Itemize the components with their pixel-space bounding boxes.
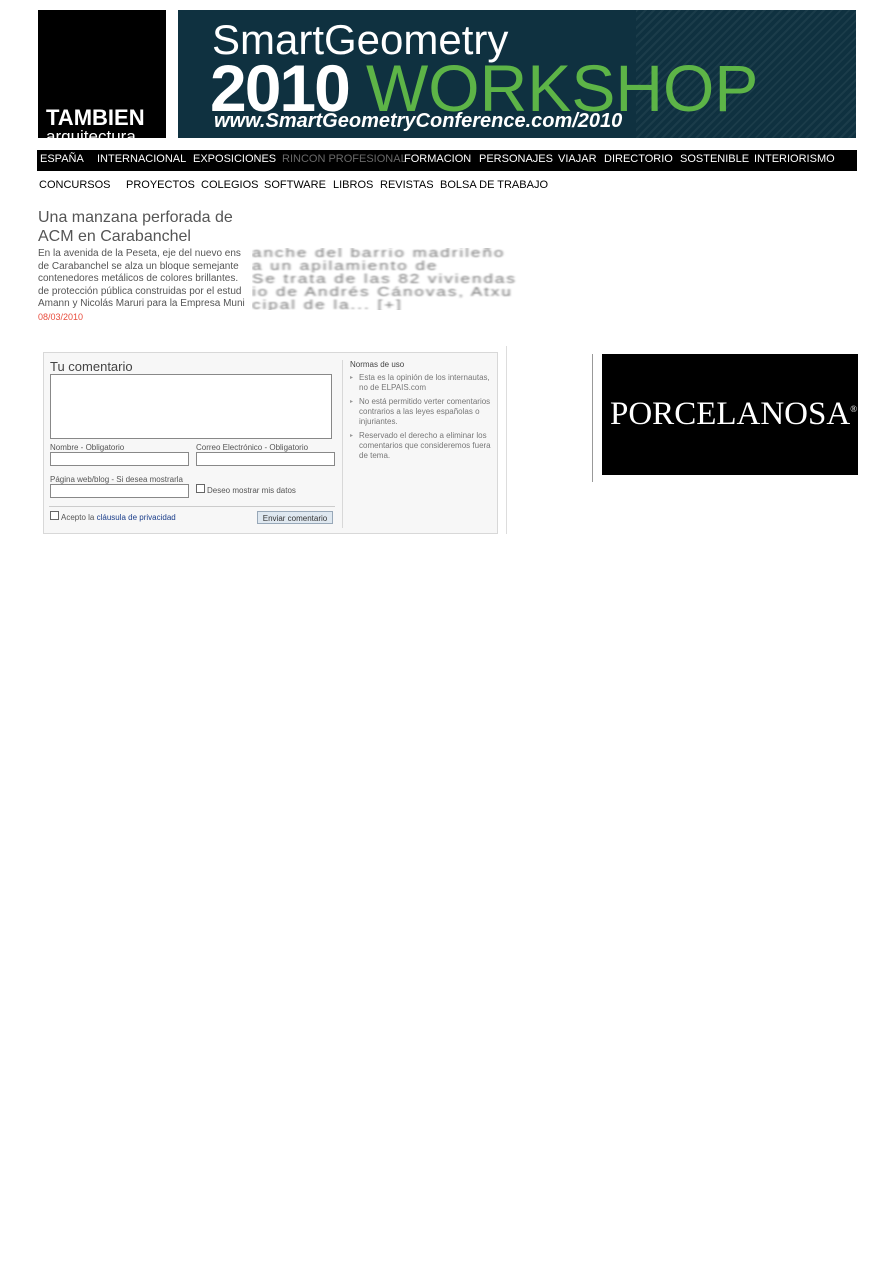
blurred-line: a un apilamiento de xyxy=(252,258,439,273)
comment-textarea[interactable] xyxy=(50,374,332,439)
accept-privacy-label: Acepto la cláusula de privacidad xyxy=(61,513,176,522)
show-data-checkbox[interactable] xyxy=(196,484,205,493)
excerpt-line: En la avenida de la Peseta, eje del nuev… xyxy=(38,248,241,259)
email-label: Correo Electrónico - Obligatorio xyxy=(196,443,309,452)
porcelanosa-ad[interactable]: PORCELANOSA® xyxy=(602,354,858,475)
nav-revistas[interactable]: REVISTAS xyxy=(380,179,434,191)
nav-libros[interactable]: LIBROS xyxy=(333,179,373,191)
blurred-line[interactable]: cipal de la... [+] xyxy=(252,299,862,311)
article-title[interactable]: Una manzana perforada de ACM en Carabanc… xyxy=(38,208,258,246)
ad-registered-mark: ® xyxy=(850,404,858,414)
nav-sostenible[interactable]: SOSTENIBLE xyxy=(680,153,749,165)
article-excerpt: En la avenida de la Peseta, eje del nuev… xyxy=(38,248,250,310)
nav-viajar[interactable]: VIAJAR xyxy=(558,153,597,165)
web-input[interactable] xyxy=(50,484,189,498)
show-data-label: Deseo mostrar mis datos xyxy=(207,486,296,495)
nav-espana[interactable]: ESPAÑA xyxy=(40,153,84,165)
excerpt-line: Amann y Nicolás Maruri para la Empresa M… xyxy=(38,298,245,309)
nav-directorio[interactable]: DIRECTORIO xyxy=(604,153,673,165)
nav-personajes[interactable]: PERSONAJES xyxy=(479,153,553,165)
blurred-line: io de Andrés Cánovas, Atxu xyxy=(252,284,513,299)
bullet-arrow-icon: ▸ xyxy=(350,375,354,381)
excerpt-line: de protección pública construidas por el… xyxy=(38,285,242,297)
send-comment-button[interactable]: Enviar comentario xyxy=(257,511,333,524)
logo-text-sub: arquitectura xyxy=(46,127,136,138)
nav-concursos[interactable]: CONCURSOS xyxy=(39,179,111,191)
rule-text: Reservado el derecho a eliminar los come… xyxy=(359,431,491,460)
nav-internacional[interactable]: INTERNACIONAL xyxy=(97,153,186,165)
rule-item: ▸ Reservado el derecho a eliminar los com… xyxy=(350,431,492,461)
privacy-clause-link[interactable]: cláusula de privacidad xyxy=(97,513,176,522)
email-input[interactable] xyxy=(196,452,335,466)
sidebar-divider xyxy=(592,354,593,482)
article-date: 08/03/2010 xyxy=(38,312,84,322)
nav-software[interactable]: SOFTWARE xyxy=(264,179,326,191)
banner-url: www.SmartGeometryConference.com/2010 xyxy=(214,110,623,132)
name-label: Nombre - Obligatorio xyxy=(50,443,125,452)
nav-exposiciones[interactable]: EXPOSICIONES xyxy=(193,153,276,165)
nav-interiorismo[interactable]: INTERIORISMO xyxy=(754,153,835,165)
nav-bolsa-de-trabajo[interactable]: BOLSA DE TRABAJO xyxy=(440,179,548,191)
nav-formacion[interactable]: FORMACION xyxy=(404,153,471,165)
article-excerpt-blurred: anche del barrio madrileño a un apilamie… xyxy=(252,248,862,310)
comment-form-title: Tu comentario xyxy=(50,359,133,374)
ad-brand-name: PORCELANOSA xyxy=(610,396,851,432)
nav-rincon-profesional[interactable]: RINCON PROFESIONAL xyxy=(282,153,407,165)
bullet-arrow-icon: ▸ xyxy=(350,433,354,439)
ad-brand: PORCELANOSA® xyxy=(610,396,857,433)
site-logo[interactable]: TAMBIEN arquitectura xyxy=(38,10,166,138)
bullet-arrow-icon: ▸ xyxy=(350,399,354,405)
rules-divider xyxy=(342,360,343,528)
nav-colegios[interactable]: COLEGIOS xyxy=(201,179,258,191)
rules-title: Normas de uso xyxy=(350,360,405,369)
excerpt-line: contenedores metálicos de colores brilla… xyxy=(38,273,239,284)
blurred-line: Se trata de las 82 viviendas xyxy=(252,271,517,286)
blurred-line: anche del barrio madrileño xyxy=(252,248,506,260)
accept-prefix: Acepto la xyxy=(61,513,95,522)
excerpt-line: de Carabanchel se alza un bloque semejan… xyxy=(38,260,239,272)
nav-proyectos[interactable]: PROYECTOS xyxy=(126,179,195,191)
rule-text: No está permitido verter comentarios con… xyxy=(359,397,491,426)
accept-privacy-checkbox[interactable] xyxy=(50,511,59,520)
web-label: Página web/blog - Si desea mostrarla xyxy=(50,475,183,484)
form-divider xyxy=(49,506,335,507)
name-input[interactable] xyxy=(50,452,189,466)
smartgeometry-banner[interactable]: SmartGeometry 2010 WORKSHOP www.SmartGeo… xyxy=(178,10,856,138)
rule-item: ▸ Esta es la opinión de los internautas, … xyxy=(350,373,492,393)
primary-nav: ESPAÑA INTERNACIONAL EXPOSICIONES RINCON… xyxy=(37,150,857,171)
rule-text: Esta es la opinión de los internautas, n… xyxy=(359,373,490,392)
rule-item: ▸ No está permitido verter comentarios co… xyxy=(350,397,492,427)
